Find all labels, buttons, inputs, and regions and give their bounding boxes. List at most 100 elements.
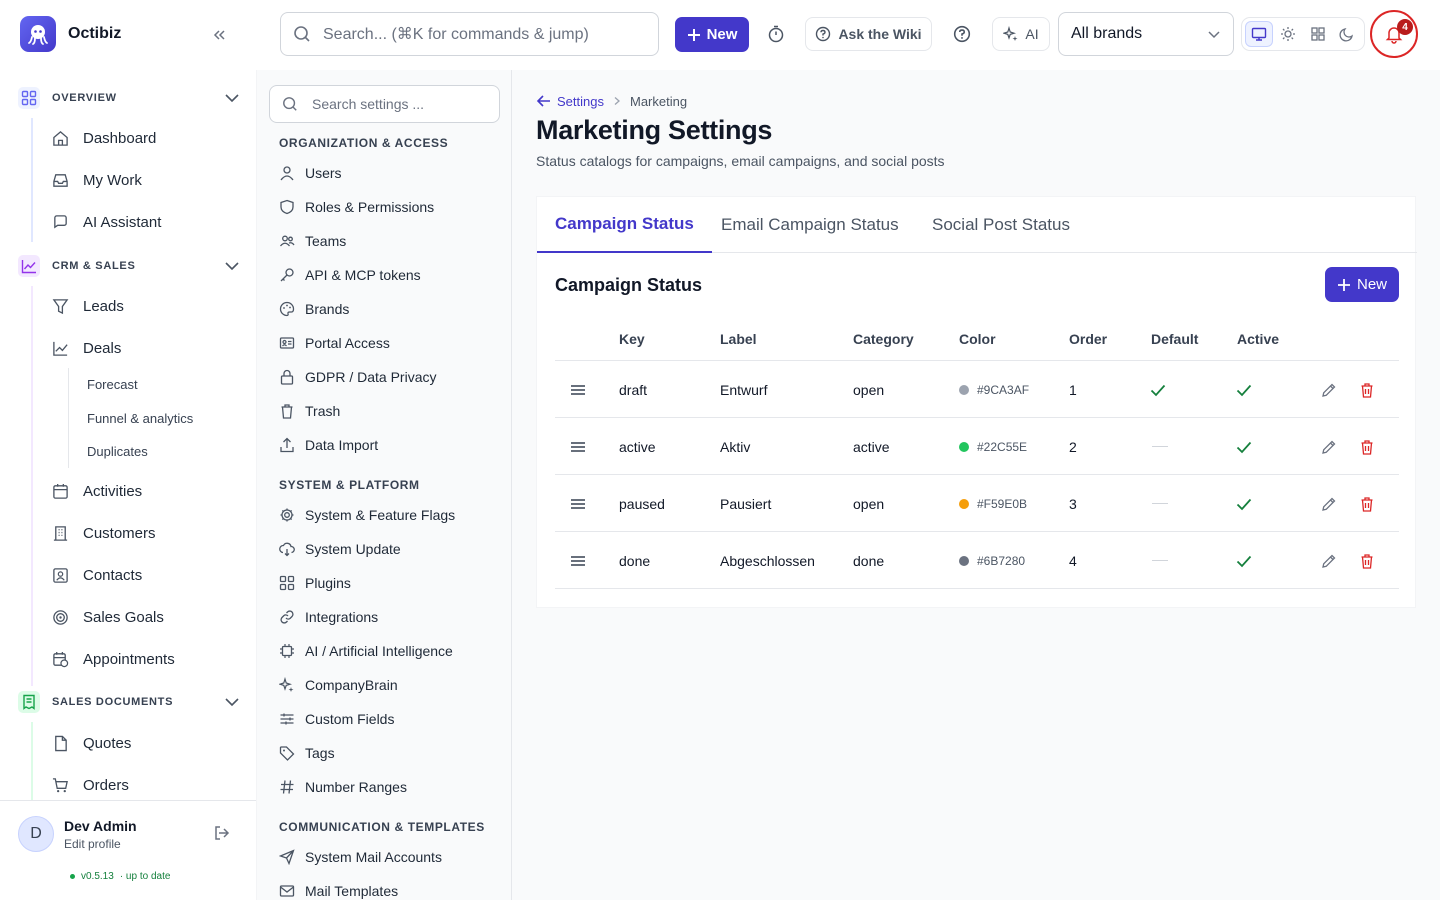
- color-swatch: [959, 498, 969, 509]
- tab-email-campaign-status[interactable]: Email Campaign Status: [703, 197, 917, 253]
- sidebar-subitem-duplicates[interactable]: Duplicates: [87, 444, 148, 459]
- cell-order: 2: [1069, 438, 1077, 455]
- tab-social-post-status[interactable]: Social Post Status: [914, 197, 1088, 253]
- table-row[interactable]: draft Entwurf open #9CA3AF 1: [555, 361, 1399, 418]
- settings-item-companybrain[interactable]: CompanyBrain: [279, 675, 398, 695]
- settings-item-custom-fields[interactable]: Custom Fields: [279, 709, 394, 729]
- delete-button[interactable]: [1359, 532, 1375, 589]
- new-status-button[interactable]: New: [1325, 267, 1399, 302]
- theme-dark-button[interactable]: [1334, 21, 1361, 47]
- submenu-line: [68, 368, 69, 468]
- settings-item-ai[interactable]: AI / Artificial Intelligence: [279, 641, 453, 661]
- sidebar-item-quotes[interactable]: Quotes: [52, 731, 131, 755]
- table-row[interactable]: active Aktiv active #22C55E 2: [555, 418, 1399, 475]
- settings-item-teams[interactable]: Teams: [279, 231, 346, 251]
- settings-item-users[interactable]: Users: [279, 163, 342, 183]
- dash-icon: [1152, 503, 1168, 504]
- settings-item-data-import[interactable]: Data Import: [279, 435, 378, 455]
- settings-item-feature-flags[interactable]: System & Feature Flags: [279, 505, 455, 525]
- sidebar-group-overview[interactable]: OVERVIEW: [18, 86, 240, 110]
- apps-icon: [279, 575, 295, 591]
- cell-default: [1149, 475, 1168, 532]
- sidebar-item-activities[interactable]: Activities: [52, 479, 142, 503]
- calendar-icon: [53, 483, 68, 499]
- sidebar-item-customers[interactable]: Customers: [52, 521, 156, 545]
- grid-icon: [18, 87, 40, 109]
- drag-handle[interactable]: [569, 532, 587, 589]
- check-icon: [1236, 384, 1252, 396]
- help-button[interactable]: [947, 19, 977, 49]
- delete-button[interactable]: [1359, 361, 1375, 418]
- header-new-button[interactable]: New: [675, 17, 749, 52]
- theme-light-button[interactable]: [1275, 21, 1302, 47]
- settings-item-mail-templates[interactable]: Mail Templates: [279, 881, 398, 900]
- cell-default: [1149, 532, 1168, 589]
- timer-button[interactable]: [761, 19, 791, 49]
- sidebar-item-label: Orders: [83, 776, 129, 794]
- delete-button[interactable]: [1359, 475, 1375, 532]
- settings-item-tags[interactable]: Tags: [279, 743, 335, 763]
- settings-search-input[interactable]: Search settings ...: [269, 85, 500, 123]
- edit-button[interactable]: [1321, 361, 1337, 418]
- color-swatch: [959, 555, 969, 566]
- logout-button[interactable]: [212, 823, 232, 843]
- theme-layout-button[interactable]: [1304, 21, 1331, 47]
- cell-order: 3: [1069, 495, 1077, 512]
- sidebar-group-sales-documents[interactable]: SALES DOCUMENTS: [18, 690, 240, 714]
- edit-button[interactable]: [1321, 475, 1337, 532]
- drag-handle[interactable]: [569, 361, 587, 418]
- settings-item-api-tokens[interactable]: API & MCP tokens: [279, 265, 421, 285]
- ask-wiki-button[interactable]: Ask the Wiki: [805, 17, 932, 51]
- collapse-sidebar-button[interactable]: [208, 24, 230, 46]
- sidebar-item-leads[interactable]: Leads: [52, 294, 124, 318]
- settings-item-number-ranges[interactable]: Number Ranges: [279, 777, 407, 797]
- chevrons-left-icon: [213, 30, 225, 40]
- breadcrumb-back-link[interactable]: Settings: [536, 93, 604, 109]
- sidebar-group-title: SALES DOCUMENTS: [52, 696, 174, 708]
- sidebar-item-label: Deals: [83, 339, 122, 357]
- sidebar-group-crm[interactable]: CRM & SALES: [18, 254, 240, 278]
- theme-system-button[interactable]: [1245, 21, 1273, 47]
- settings-item-gdpr[interactable]: GDPR / Data Privacy: [279, 367, 436, 387]
- edit-button[interactable]: [1321, 532, 1337, 589]
- sidebar-item-orders[interactable]: Orders: [52, 773, 129, 797]
- sidebar-item-label: My Work: [83, 171, 142, 189]
- sidebar-item-label: Customers: [83, 524, 156, 542]
- settings-item-mail-accounts[interactable]: System Mail Accounts: [279, 847, 442, 867]
- sidebar-item-my-work[interactable]: My Work: [52, 168, 142, 192]
- settings-item-label: API & MCP tokens: [305, 267, 421, 283]
- sidebar-subitem-forecast[interactable]: Forecast: [87, 377, 138, 392]
- drag-handle[interactable]: [569, 418, 587, 475]
- settings-item-trash[interactable]: Trash: [279, 401, 340, 421]
- settings-item-brands[interactable]: Brands: [279, 299, 349, 319]
- sidebar-item-dashboard[interactable]: Dashboard: [52, 126, 156, 150]
- sidebar-item-ai-assistant[interactable]: AI Assistant: [52, 210, 161, 234]
- sidebar-item-contacts[interactable]: Contacts: [52, 563, 142, 587]
- edit-profile-link[interactable]: Edit profile: [64, 837, 121, 851]
- app-logo[interactable]: [20, 16, 56, 52]
- sidebar-item-label: Sales Goals: [83, 608, 164, 626]
- global-search-input[interactable]: Search... (⌘K for commands & jump): [280, 12, 659, 56]
- settings-item-roles[interactable]: Roles & Permissions: [279, 197, 434, 217]
- settings-item-portal-access[interactable]: Portal Access: [279, 333, 390, 353]
- settings-item-plugins[interactable]: Plugins: [279, 573, 351, 593]
- settings-item-system-update[interactable]: System Update: [279, 539, 401, 559]
- edit-button[interactable]: [1321, 418, 1337, 475]
- sidebar-subitem-funnel[interactable]: Funnel & analytics: [87, 411, 193, 426]
- ai-button[interactable]: AI: [992, 17, 1050, 51]
- avatar[interactable]: D: [18, 816, 54, 852]
- sidebar-item-deals[interactable]: Deals: [52, 336, 121, 360]
- brand-select[interactable]: All brands: [1058, 12, 1234, 56]
- settings-item-integrations[interactable]: Integrations: [279, 607, 378, 627]
- sidebar-item-sales-goals[interactable]: Sales Goals: [52, 605, 164, 629]
- trash-icon: [1361, 439, 1373, 455]
- delete-button[interactable]: [1359, 418, 1375, 475]
- theme-switcher: [1241, 17, 1365, 51]
- sidebar-item-appointments[interactable]: Appointments: [52, 647, 175, 671]
- table-row[interactable]: paused Pausiert open #F59E0B 3: [555, 475, 1399, 532]
- drag-handle[interactable]: [569, 475, 587, 532]
- tab-campaign-status[interactable]: Campaign Status: [537, 197, 712, 253]
- table-row[interactable]: done Abgeschlossen done #6B7280 4: [555, 532, 1399, 589]
- notifications-button[interactable]: 4: [1370, 10, 1418, 58]
- main-content: Settings Marketing Marketing Settings St…: [512, 70, 1440, 900]
